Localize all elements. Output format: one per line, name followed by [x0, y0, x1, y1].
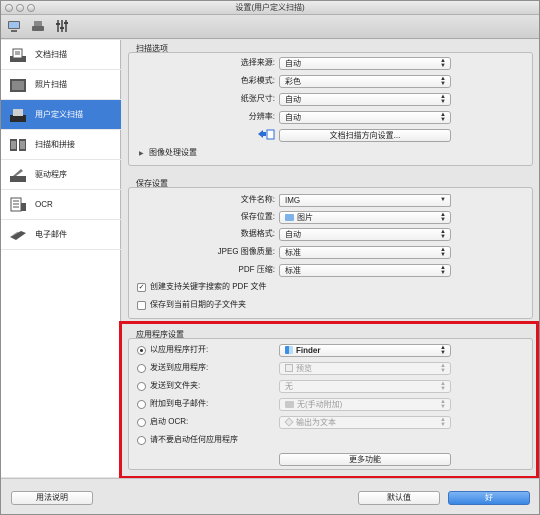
save-settings-group: 保存设置 文件名称: IMG ▼ 保存位置: 图片 ▲ ▼ 数据格式: 自动 ▲ ▼ JP…	[128, 179, 533, 319]
toolbar	[1, 15, 539, 39]
paper-size-label: 纸张尺寸:	[240, 94, 275, 103]
save-settings-title: 保存设置	[136, 179, 168, 188]
sidebar-item-label: 电子邮件	[35, 230, 67, 239]
source-label: 选择来源:	[240, 58, 275, 67]
title-bar: 设置(用户定义扫描)	[1, 1, 539, 15]
scan-options-title: 扫描选项	[136, 44, 168, 53]
image-processing-settings[interactable]: 图像处理设置	[149, 148, 197, 158]
jpeg-quality-select[interactable]: 标准 ▲ ▼	[279, 246, 451, 259]
scan-and-stitch-icon	[9, 137, 27, 153]
settings-window: 设置(用户定义扫描) 文档扫描 照片扫描 用户定义扫描 扫描和拼接 驱动程序 O…	[0, 0, 540, 515]
folder-icon	[285, 214, 294, 221]
color-mode-label: 色彩模式:	[240, 76, 275, 85]
file-name-label: 文件名称:	[240, 195, 275, 204]
sidebar-item-label: OCR	[35, 200, 53, 209]
close-window-button[interactable]	[5, 4, 13, 12]
data-format-label: 数据格式:	[240, 229, 275, 238]
jpeg-quality-label: JPEG 图像质量:	[217, 247, 275, 256]
sidebar-item-label: 扫描和拼接	[35, 140, 75, 149]
orientation-settings-button[interactable]: 文档扫描方向设置...	[279, 129, 451, 142]
highlight-frame	[119, 321, 539, 479]
source-select[interactable]: 自动 ▲ ▼	[279, 57, 451, 70]
window-title: 设置(用户定义扫描)	[235, 3, 305, 12]
sidebar-item-custom-scan[interactable]: 用户定义扫描	[1, 100, 121, 130]
sidebar-item-label: 用户定义扫描	[35, 110, 83, 119]
sidebar: 文档扫描 照片扫描 用户定义扫描 扫描和拼接 驱动程序 OCR 电子邮件	[1, 40, 121, 477]
disclosure-triangle-icon[interactable]: ▶	[139, 150, 144, 157]
sidebar-item-ocr[interactable]: OCR	[1, 190, 121, 220]
scan-from-computer-icon[interactable]	[7, 19, 21, 33]
ocr-icon	[9, 197, 27, 213]
orientation-icon	[257, 128, 275, 140]
scan-options-group: 扫描选项 选择来源: 自动 ▲ ▼ 色彩模式: 彩色 ▲ ▼ 纸张尺寸: 自动 ▲ ▼ 分辨…	[128, 44, 533, 166]
sidebar-item-document-scan[interactable]: 文档扫描	[1, 40, 121, 70]
photo-scan-icon	[9, 77, 27, 93]
resolution-select[interactable]: 自动 ▲ ▼	[279, 111, 451, 124]
paper-size-select[interactable]: 自动 ▲ ▼	[279, 93, 451, 106]
defaults-button[interactable]: 默认值	[358, 491, 440, 505]
sidebar-item-email[interactable]: 电子邮件	[1, 220, 121, 250]
custom-scan-icon	[9, 107, 27, 123]
date-subfolder-checkbox[interactable]	[137, 301, 146, 310]
bottom-bar: 用法说明 默认值 好	[1, 478, 539, 514]
sidebar-item-label: 驱动程序	[35, 170, 67, 179]
zoom-window-button[interactable]	[27, 4, 35, 12]
general-settings-icon[interactable]	[55, 19, 69, 33]
sidebar-item-driver[interactable]: 驱动程序	[1, 160, 121, 190]
ok-button[interactable]: 好	[448, 491, 530, 505]
pdf-compression-select[interactable]: 标准 ▲ ▼	[279, 264, 451, 277]
resolution-label: 分辨率:	[248, 112, 275, 121]
instructions-button[interactable]: 用法说明	[11, 491, 93, 505]
pdf-compression-label: PDF 压缩:	[238, 265, 275, 274]
color-mode-select[interactable]: 彩色 ▲ ▼	[279, 75, 451, 88]
sidebar-item-photo-scan[interactable]: 照片扫描	[1, 70, 121, 100]
file-name-combobox[interactable]: IMG ▼	[279, 194, 451, 207]
save-in-select[interactable]: 图片 ▲ ▼	[279, 211, 451, 224]
save-in-label: 保存位置:	[240, 212, 275, 221]
create-pdf-keyword-label: 创建支持关键字搜索的 PDF 文件	[150, 282, 267, 291]
data-format-select[interactable]: 自动 ▲ ▼	[279, 228, 451, 241]
minimize-window-button[interactable]	[16, 4, 24, 12]
driver-icon	[9, 167, 27, 183]
sidebar-item-label: 照片扫描	[35, 80, 67, 89]
email-icon	[9, 227, 27, 243]
date-subfolder-label: 保存到当前日期的子文件夹	[150, 300, 246, 309]
sidebar-item-scan-and-stitch[interactable]: 扫描和拼接	[1, 130, 121, 160]
document-scan-icon	[9, 47, 27, 63]
scan-from-panel-icon[interactable]	[31, 19, 45, 33]
create-pdf-keyword-checkbox[interactable]: ✓	[137, 283, 146, 292]
sidebar-item-label: 文档扫描	[35, 50, 67, 59]
